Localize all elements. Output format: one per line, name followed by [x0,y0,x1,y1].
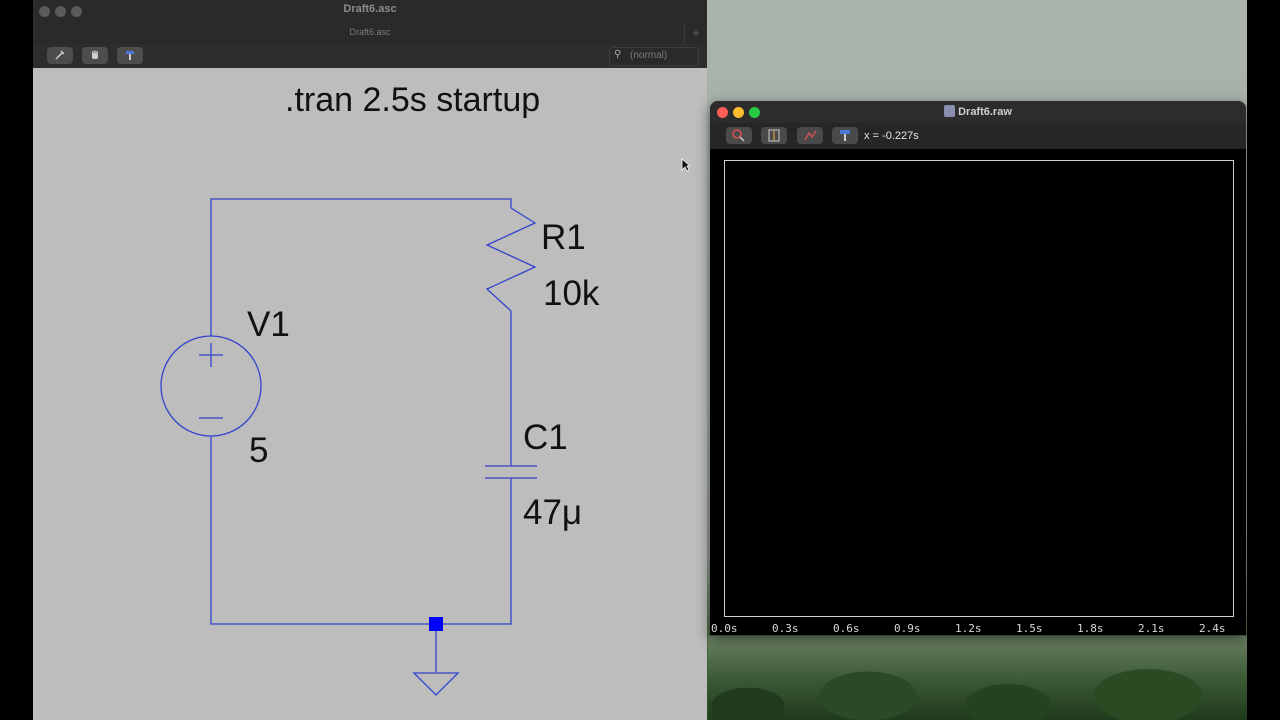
search-placeholder: (normal) [630,50,668,61]
v1-name[interactable]: V1 [247,305,290,344]
waveform-window: Draft6.raw x = -0.227s 0.0s 0.3s 0.6s 0.9s 1… [710,101,1246,635]
waveform-title: Draft6.raw [710,105,1246,118]
v1-value[interactable]: 5 [249,431,268,470]
zoom-icon [732,129,745,142]
search-icon: ⚲ [614,49,622,60]
autorange-button[interactable] [761,127,787,144]
r1-value[interactable]: 10k [543,274,600,313]
x-tick-label: 1.8s [1077,622,1104,635]
ground-symbol[interactable] [412,672,460,696]
new-tab-button[interactable]: + [684,22,707,44]
probe-button[interactable] [47,47,73,64]
x-tick-label: 0.3s [772,622,799,635]
desktop-wallpaper-trees [708,636,1247,720]
r1-name[interactable]: R1 [541,218,586,257]
waveform-titlebar: Draft6.raw [710,101,1246,123]
hand-icon [92,50,98,59]
window-title: Draft6.asc [343,3,397,15]
pan-tool-button[interactable] [797,127,823,144]
hand-button[interactable] [82,47,108,64]
schematic-canvas[interactable]: .tran 2.5s startup R1 10k V1 5 C1 47μ [33,68,707,720]
probe-icon [55,50,65,60]
hammer-button[interactable] [117,47,143,64]
mouse-pointer-icon [681,158,691,172]
c1-value[interactable]: 47μ [523,493,582,532]
tab-draft6[interactable]: Draft6.asc [33,27,707,37]
x-tick-label: 0.9s [894,622,921,635]
raw-file-icon [944,105,956,117]
zoom-tool-button[interactable] [726,127,752,144]
x-tick-label: 2.4s [1199,622,1226,635]
junction-node[interactable] [429,617,443,631]
x-tick-label: 1.2s [955,622,982,635]
schematic-toolbar: ⚲ (normal) [33,44,707,68]
voltage-source-symbol[interactable] [160,335,262,437]
hammer-icon [126,51,134,60]
x-tick-label: 1.5s [1016,622,1043,635]
autorange-icon [768,129,780,142]
tran-directive[interactable]: .tran 2.5s startup [285,81,540,119]
waveform-toolbar: x = -0.227s [710,123,1246,149]
c1-name[interactable]: C1 [523,418,568,457]
search-field[interactable]: ⚲ (normal) [609,47,699,66]
plot-area[interactable] [724,160,1234,617]
hammer-button[interactable] [832,127,858,144]
schematic-drawing: .tran 2.5s startup R1 10k V1 5 C1 47μ [160,81,600,696]
cursor-x-readout: x = -0.227s [864,130,919,142]
pan-icon [804,130,817,141]
waveform-title-text: Draft6.raw [958,106,1012,118]
x-tick-label: 0.6s [833,622,860,635]
x-tick-label: 2.1s [1138,622,1165,635]
x-tick-label: 0.0s [711,622,738,635]
resistor-symbol[interactable] [485,207,537,312]
hammer-icon [840,130,850,141]
schematic-window: Draft6.asc Draft6.asc + ⚲ (normal) .tran… [33,0,707,720]
capacitor-symbol[interactable] [485,465,537,479]
x-axis-ticks: 0.0s 0.3s 0.6s 0.9s 1.2s 1.5s 1.8s 2.1s 2.4s [710,621,1246,635]
schematic-titlebar: Draft6.asc Draft6.asc + [33,0,707,45]
